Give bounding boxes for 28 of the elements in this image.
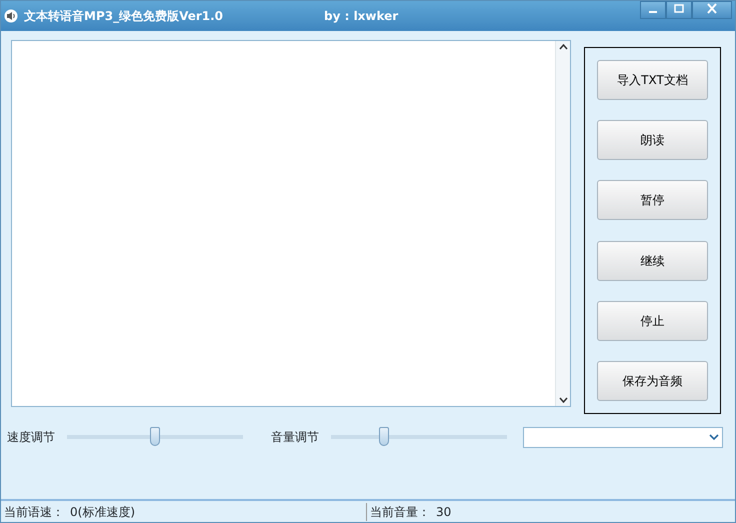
- action-button[interactable]: 停止: [597, 300, 708, 341]
- author-text: by : lxwker: [324, 8, 398, 25]
- dropdown[interactable]: [523, 426, 723, 448]
- window-title: 文本转语音MP3_绿色免费版Ver1.0: [24, 8, 224, 25]
- action-button[interactable]: 暂停: [597, 180, 708, 220]
- minimize-button[interactable]: [640, 1, 666, 19]
- action-button[interactable]: 继续: [597, 240, 708, 281]
- chevron-down-icon: [709, 434, 719, 440]
- status-label: 当前语速：: [4, 504, 64, 520]
- slider-thumb[interactable]: [378, 427, 389, 446]
- slider-label: 音量调节: [271, 429, 319, 446]
- minimize-icon: [649, 11, 657, 13]
- slider-label: 速度调节: [7, 429, 55, 446]
- close-button[interactable]: [692, 1, 732, 19]
- action-button[interactable]: 朗读: [597, 120, 708, 160]
- slider-thumb[interactable]: [150, 427, 160, 446]
- scroll-up-icon[interactable]: [558, 44, 568, 50]
- close-icon: [707, 2, 717, 16]
- maximize-icon: [674, 2, 684, 16]
- status-value: 0(标准速度): [70, 504, 135, 520]
- status-value: 30: [436, 504, 452, 520]
- speaker-icon: [4, 9, 18, 23]
- scrollbar[interactable]: [555, 41, 570, 406]
- status-label: 当前音量：: [370, 504, 430, 520]
- action-button[interactable]: 保存为音频: [597, 360, 708, 401]
- maximize-button[interactable]: [666, 1, 692, 19]
- action-button[interactable]: 导入TXT文档: [597, 60, 708, 100]
- scroll-down-icon[interactable]: [558, 397, 568, 403]
